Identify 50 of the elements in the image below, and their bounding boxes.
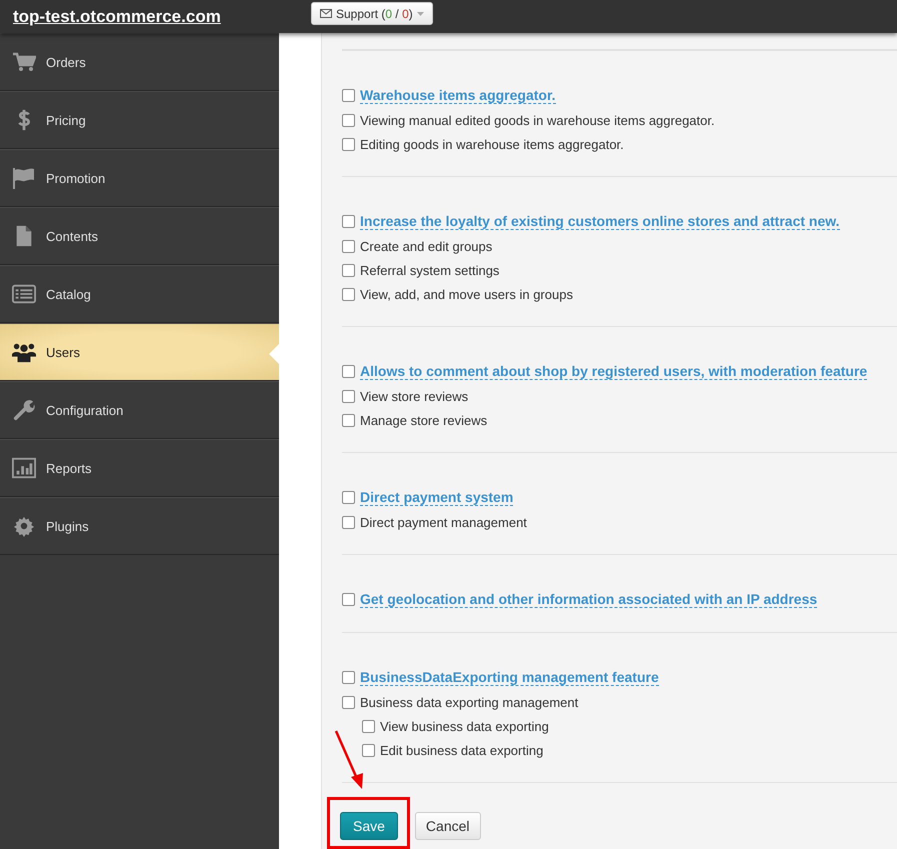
checkbox[interactable] xyxy=(342,696,355,708)
permission-label: Referral system settings xyxy=(360,262,500,278)
checkbox[interactable] xyxy=(342,114,355,126)
checkbox[interactable] xyxy=(342,214,355,228)
permission-label: View, add, and move users in groups xyxy=(360,286,573,302)
users-icon xyxy=(12,341,36,363)
sidebar-item[interactable]: Pricing xyxy=(0,91,279,149)
site-title[interactable]: top-test.otcommerce.com xyxy=(13,6,311,26)
checkbox[interactable] xyxy=(362,744,375,756)
checkbox[interactable] xyxy=(342,288,355,300)
permission-label: Editing goods in warehouse items aggregator. xyxy=(360,136,624,152)
permission-label: Edit business data exporting xyxy=(380,742,544,758)
caret-icon xyxy=(416,12,424,16)
permission-label: View business data exporting xyxy=(380,718,549,734)
sidebar-item[interactable]: Plugins xyxy=(0,497,279,555)
sidebar-item[interactable]: Contents xyxy=(0,207,279,265)
checkbox[interactable] xyxy=(342,240,355,252)
cart-icon xyxy=(12,51,36,73)
checkbox[interactable] xyxy=(362,720,375,732)
cancel-button[interactable]: Cancel xyxy=(414,812,481,840)
flag-icon xyxy=(12,167,36,189)
checkbox[interactable] xyxy=(342,264,355,276)
envelope-icon xyxy=(320,9,332,18)
bar-chart-icon xyxy=(12,457,36,479)
gear-icon xyxy=(12,515,36,537)
checkbox[interactable] xyxy=(342,516,355,528)
checkbox[interactable] xyxy=(342,414,355,426)
permission-label: Viewing manual edited goods in warehouse items aggregator. xyxy=(360,112,715,128)
checkbox[interactable] xyxy=(342,390,355,402)
checkbox[interactable] xyxy=(342,364,355,378)
sidebar-item[interactable]: Users xyxy=(0,323,279,381)
sidebar-item[interactable]: Promotion xyxy=(0,149,279,207)
permission-label: Direct payment management xyxy=(360,514,527,530)
sidebar-item[interactable]: Configuration xyxy=(0,381,279,439)
sidebar-item[interactable]: Orders xyxy=(0,33,279,91)
sidebar-item[interactable]: Catalog xyxy=(0,265,279,323)
permission-label: Business data exporting management xyxy=(360,694,578,710)
save-button[interactable]: Save xyxy=(340,812,398,840)
wrench-icon xyxy=(12,399,36,421)
sidebar-item[interactable]: Reports xyxy=(0,439,279,497)
list-icon xyxy=(12,283,36,305)
checkbox[interactable] xyxy=(342,490,355,504)
permission-label: Create and edit groups xyxy=(360,238,492,254)
checkbox[interactable] xyxy=(342,670,355,684)
support-button[interactable]: Support (0 / 0) xyxy=(311,2,433,25)
permission-label: View store reviews xyxy=(360,388,468,404)
checkbox[interactable] xyxy=(342,138,355,150)
checkbox[interactable] xyxy=(342,592,355,606)
checkbox[interactable] xyxy=(342,88,355,102)
permission-label: Manage store reviews xyxy=(360,412,488,428)
